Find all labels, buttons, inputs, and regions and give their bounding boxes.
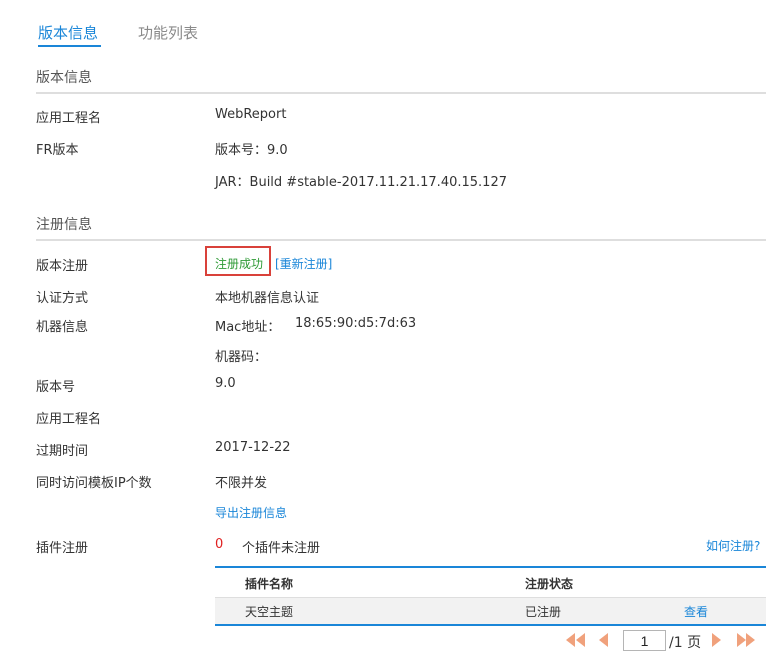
plugin-status-cell: 已注册 bbox=[525, 605, 562, 619]
how-to-register-link[interactable]: 如何注册? bbox=[706, 537, 760, 554]
machine-info-label: 机器信息 bbox=[36, 320, 89, 335]
column-header-plugin-name: 插件名称 bbox=[245, 577, 294, 591]
total-pages: /1 页 bbox=[669, 635, 702, 651]
registration-section-title: 注册信息 bbox=[36, 217, 92, 233]
mac-address-value: 18:65:90:d5:7d:63 bbox=[295, 316, 417, 331]
unregistered-plugin-count: 0 bbox=[215, 537, 224, 552]
plugin-table: 插件名称 注册状态 天空主题 已注册 查看 bbox=[215, 566, 766, 626]
jar-build-value: JAR：Build #stable-2017.11.21.17.40.15.12… bbox=[215, 175, 507, 190]
re-register-link[interactable]: [重新注册] bbox=[275, 255, 332, 272]
double-left-arrow-icon[interactable] bbox=[563, 630, 587, 650]
left-arrow-icon[interactable] bbox=[594, 630, 618, 650]
page-number-input[interactable] bbox=[623, 630, 666, 651]
app-name-value: WebReport bbox=[215, 107, 287, 122]
export-registration-link[interactable]: 导出注册信息 bbox=[215, 504, 287, 521]
app-name-label: 应用工程名 bbox=[36, 111, 102, 126]
right-arrow-icon[interactable] bbox=[706, 630, 730, 650]
fr-version-label: FR版本 bbox=[36, 143, 79, 158]
mac-address-label: Mac地址： bbox=[215, 320, 281, 335]
table-row: 天空主题 已注册 查看 bbox=[215, 598, 766, 626]
unregistered-plugin-text: 个插件未注册 bbox=[242, 541, 321, 556]
machine-code-label: 机器码： bbox=[215, 350, 268, 365]
table-header: 插件名称 注册状态 bbox=[215, 566, 766, 598]
registration-status: 注册成功 bbox=[215, 257, 264, 271]
concurrent-ip-value: 不限并发 bbox=[215, 476, 268, 491]
version-number-value: 版本号：9.0 bbox=[215, 143, 288, 158]
view-plugin-link[interactable]: 查看 bbox=[684, 603, 708, 620]
column-header-status: 注册状态 bbox=[525, 577, 574, 591]
double-right-arrow-icon[interactable] bbox=[735, 630, 759, 650]
tab-version-info[interactable]: 版本信息 bbox=[38, 22, 98, 43]
version-number-label: 版本号 bbox=[36, 380, 76, 395]
active-tab-indicator bbox=[38, 45, 101, 47]
registered-version-value: 9.0 bbox=[215, 376, 236, 391]
section-divider bbox=[36, 92, 766, 94]
auth-method-value: 本地机器信息认证 bbox=[215, 291, 320, 306]
concurrent-ip-label: 同时访问模板IP个数 bbox=[36, 476, 152, 491]
tab-function-list[interactable]: 功能列表 bbox=[138, 22, 198, 43]
version-registration-label: 版本注册 bbox=[36, 259, 89, 274]
plugin-name-cell: 天空主题 bbox=[245, 605, 294, 619]
expire-date-label: 过期时间 bbox=[36, 444, 89, 459]
version-section-title: 版本信息 bbox=[36, 70, 92, 86]
section-divider bbox=[36, 239, 766, 241]
auth-method-label: 认证方式 bbox=[36, 291, 89, 306]
registered-app-name-label: 应用工程名 bbox=[36, 412, 102, 427]
plugin-registration-label: 插件注册 bbox=[36, 541, 89, 556]
expire-date-value: 2017-12-22 bbox=[215, 440, 291, 455]
